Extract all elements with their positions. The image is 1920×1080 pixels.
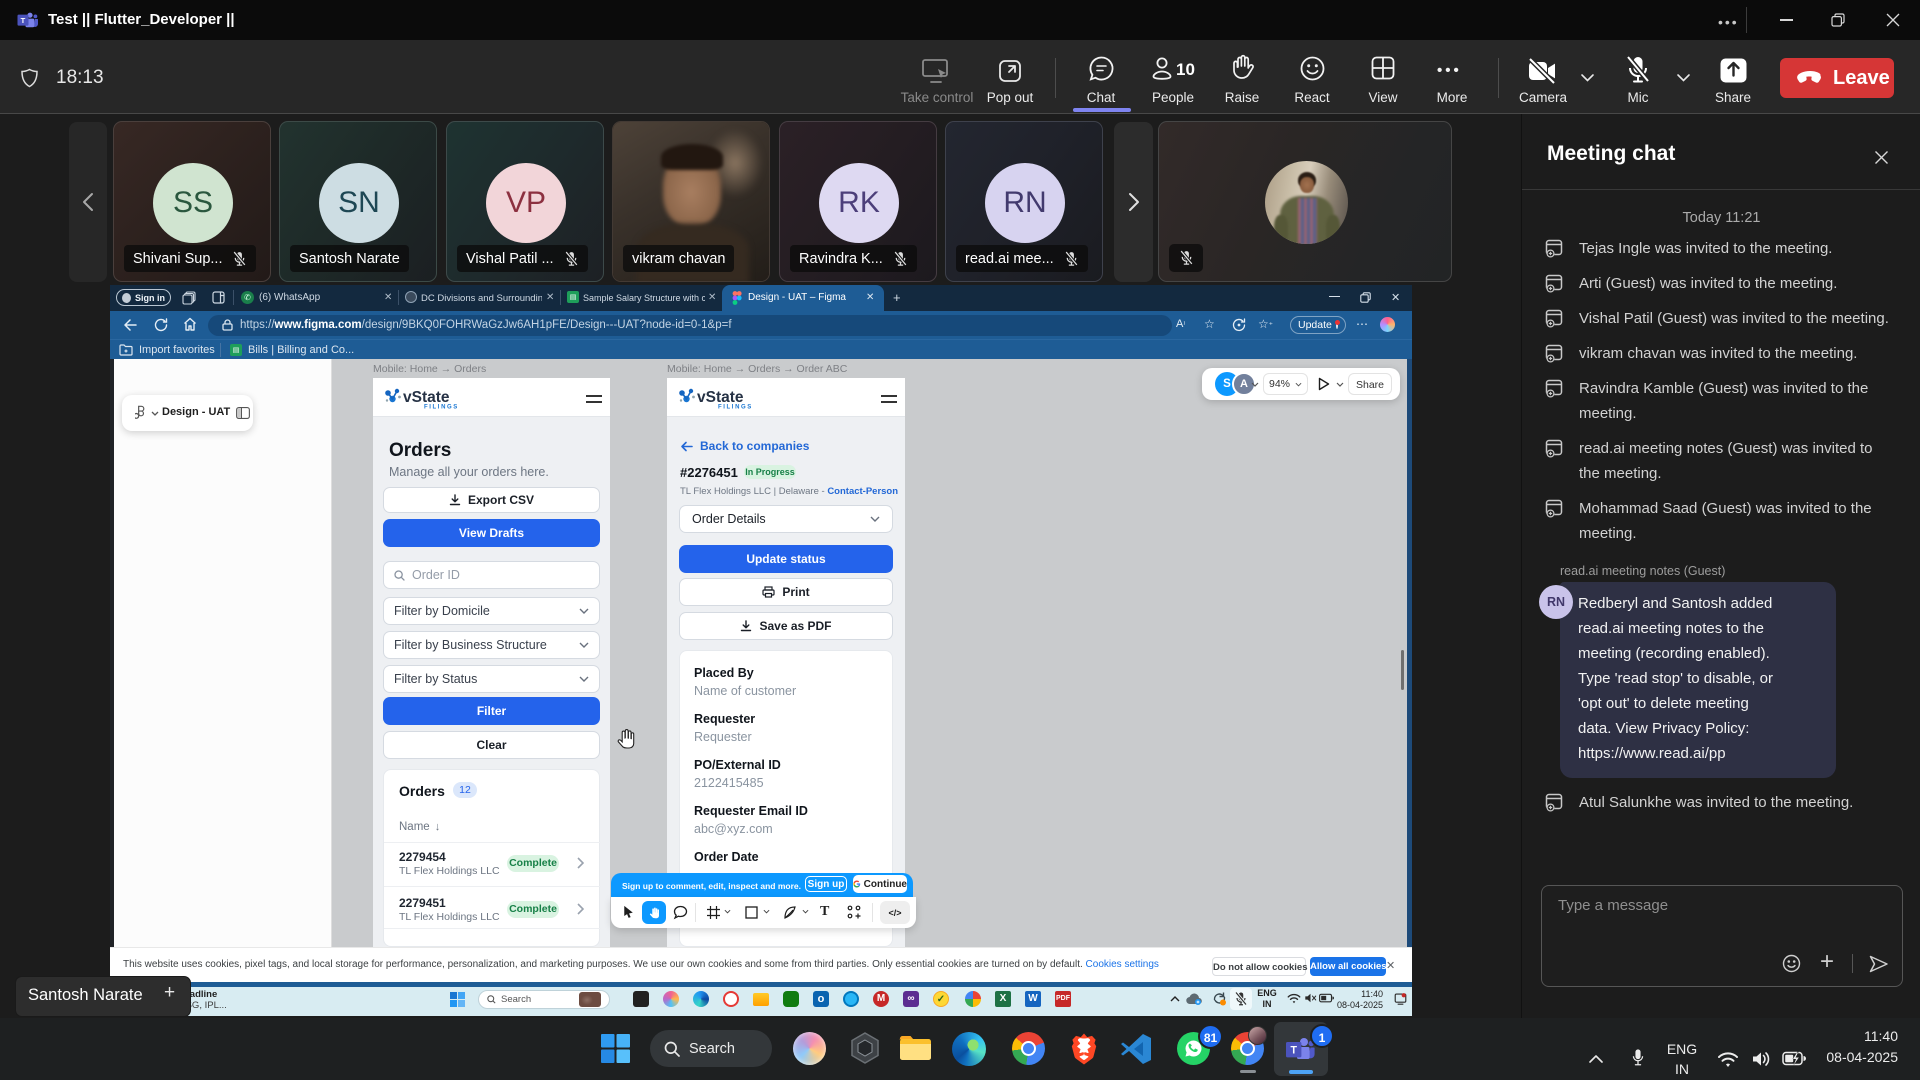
svg-text:T: T xyxy=(1290,1045,1297,1057)
svg-text:vState: vState xyxy=(697,389,744,406)
svg-text:FILINGS: FILINGS xyxy=(718,405,753,410)
svg-text:T: T xyxy=(21,16,26,25)
svg-text:FILINGS: FILINGS xyxy=(424,405,459,410)
svg-text:vState: vState xyxy=(403,389,450,406)
